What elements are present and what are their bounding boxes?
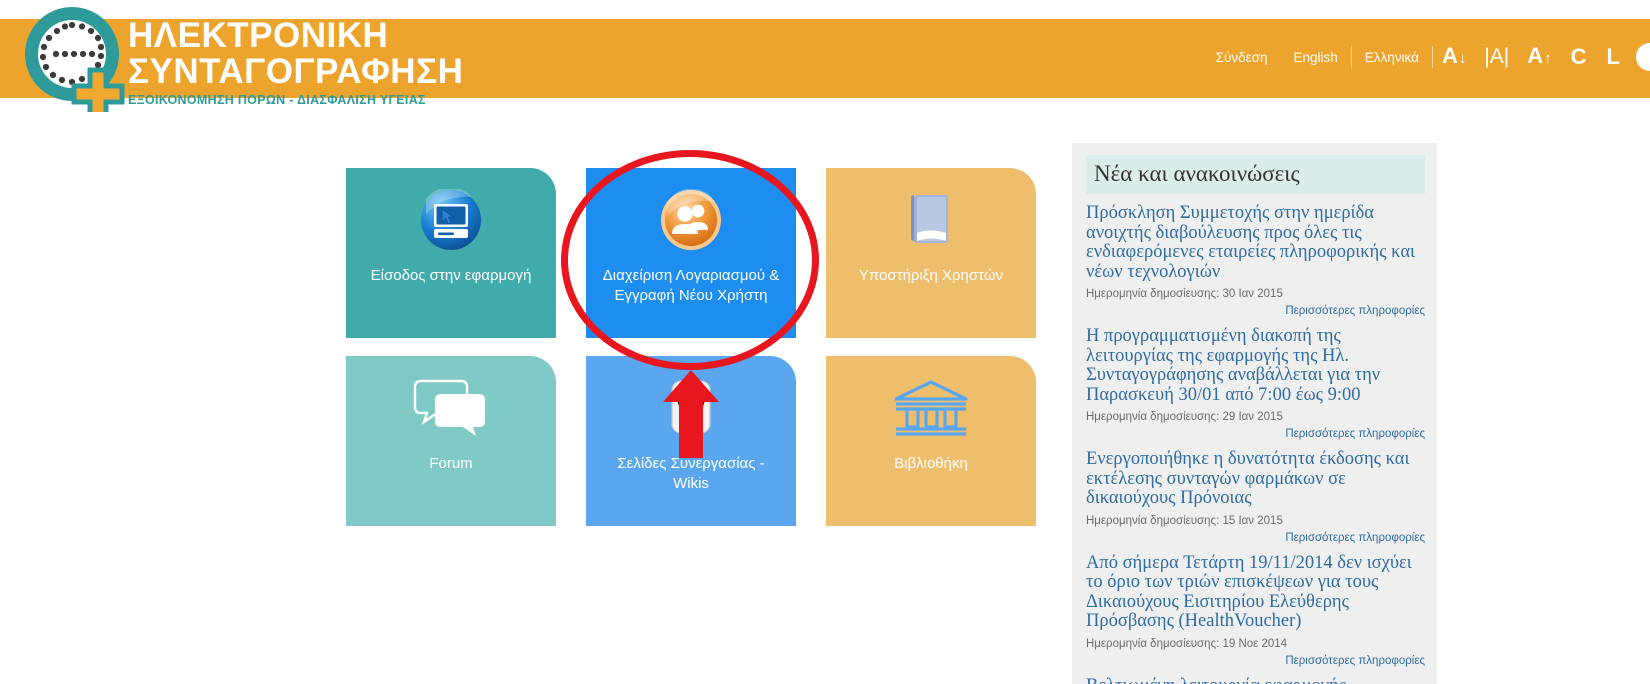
- logo-wordmark: ΗΛΕΚΤΡΟΝΙΚΗ ΣΥΝΤΑΓΟΓΡΑΦΗΣΗ ΕΞΟΙΚΟΝΟΜΗΣΗ …: [128, 16, 464, 108]
- font-increase-label: A: [1527, 42, 1544, 68]
- font-decrease-label: A: [1441, 42, 1458, 68]
- news-date: Ημερομηνία δημοσίευσης: 29 Ιαν 2015: [1086, 411, 1283, 423]
- tile-forum[interactable]: Forum: [346, 356, 556, 526]
- tile-account-management[interactable]: Διαχείριση Λογαριασμού & Εγγραφή Νέου Χρ…: [586, 168, 796, 338]
- news-title[interactable]: Από σήμερα Τετάρτη 19/11/2014 δεν ισχύει…: [1086, 553, 1425, 632]
- speech-bubbles-icon: [413, 362, 489, 454]
- font-decrease-button[interactable]: A ↓: [1433, 43, 1475, 72]
- classical-building-icon: [890, 362, 972, 454]
- news-item: Η προγραμματισμένη διακοπή της λειτουργί…: [1086, 326, 1425, 443]
- arrow-down-icon: ↓: [1458, 49, 1467, 67]
- font-increase-button[interactable]: A ↑: [1518, 43, 1560, 72]
- news-title[interactable]: Πρόσκληση Συμμετοχής στην ημερίδα ανοιχτ…: [1086, 203, 1425, 282]
- news-item: Βελτιωμένη λειτουργία εφαρμογής: [1086, 676, 1425, 684]
- nav-greek[interactable]: Ελληνικά: [1352, 50, 1432, 65]
- tile-library[interactable]: Βιβλιοθήκη: [826, 356, 1036, 526]
- news-more-link[interactable]: Περισσότερες πληροφορίες: [1086, 530, 1425, 547]
- logo-line-1: ΗΛΕΚΤΡΟΝΙΚΗ: [128, 16, 389, 55]
- e-prescription-logo-icon: [20, 4, 128, 121]
- top-navigation: Σύνδεση English Ελληνικά A ↓ |A| A ↑ C L: [1203, 42, 1650, 72]
- wiki-w-icon: W: [662, 362, 720, 454]
- tile-row-1: Είσοδος στην εφαρμογή Διαχείριση Λογαρια…: [346, 168, 1046, 338]
- news-more-link[interactable]: Περισσότερες πληροφορίες: [1086, 303, 1425, 320]
- font-normal-button[interactable]: |A|: [1475, 44, 1518, 70]
- news-title[interactable]: Βελτιωμένη λειτουργία εφαρμογής: [1086, 676, 1425, 684]
- layout-button[interactable]: L: [1597, 44, 1630, 70]
- contrast-circle-icon[interactable]: [1636, 43, 1650, 71]
- news-more-link[interactable]: Περισσότερες πληροφορίες: [1086, 426, 1425, 443]
- book-icon: [902, 174, 960, 266]
- news-panel-title: Νέα και ανακοινώσεις: [1086, 155, 1425, 194]
- logo-line-2: ΣΥΝΤΑΓΟΓΡΑΦΗΣΗ: [128, 52, 464, 91]
- tile-library-label: Βιβλιοθήκη: [894, 455, 968, 472]
- contrast-button[interactable]: C: [1561, 44, 1597, 70]
- site-logo[interactable]: ΗΛΕΚΤΡΟΝΙΚΗ ΣΥΝΤΑΓΟΓΡΑΦΗΣΗ ΕΞΟΙΚΟΝΟΜΗΣΗ …: [16, 0, 464, 121]
- svg-text:W: W: [674, 390, 708, 427]
- tile-login-app-label: Είσοδος στην εφαρμογή: [370, 267, 532, 284]
- page-root: ΗΛΕΚΤΡΟΝΙΚΗ ΣΥΝΤΑΓΟΓΡΑΦΗΣΗ ΕΞΟΙΚΟΝΟΜΗΣΗ …: [0, 0, 1650, 684]
- news-item: Ενεργοποιήθηκε η δυνατότητα έκδοσης και …: [1086, 449, 1425, 547]
- news-panel: Νέα και ανακοινώσεις Πρόσκληση Συμμετοχή…: [1072, 143, 1437, 684]
- tile-row-2: Forum W Σελίδες Συνεργασίας - Wikis Βιβλ…: [346, 356, 1046, 526]
- news-title[interactable]: Η προγραμματισμένη διακοπή της λειτουργί…: [1086, 326, 1425, 405]
- tile-user-support-label: Υποστήριξη Χρηστών: [858, 267, 1004, 284]
- tile-forum-label: Forum: [429, 455, 473, 472]
- nav-login[interactable]: Σύνδεση: [1203, 50, 1281, 65]
- tile-user-support[interactable]: Υποστήριξη Χρηστών: [826, 168, 1036, 338]
- tile-wikis-label: Σελίδες Συνεργασίας - Wikis: [617, 455, 765, 492]
- users-group-icon: [660, 174, 722, 266]
- news-date: Ημερομηνία δημοσίευσης: 19 Νοε 2014: [1086, 637, 1288, 650]
- arrow-up-icon: ↑: [1544, 49, 1552, 67]
- news-date: Ημερομηνία δημοσίευσης: 15 Ιαν 2015: [1086, 514, 1283, 527]
- news-more-link[interactable]: Περισσότερες πληροφορίες: [1086, 653, 1425, 670]
- news-item: Από σήμερα Τετάρτη 19/11/2014 δεν ισχύει…: [1086, 553, 1425, 670]
- computer-monitor-icon: [420, 174, 482, 266]
- nav-english[interactable]: English: [1281, 50, 1351, 65]
- news-title[interactable]: Ενεργοποιήθηκε η δυνατότητα έκδοσης και …: [1086, 449, 1425, 509]
- tile-grid: Είσοδος στην εφαρμογή Διαχείριση Λογαρια…: [346, 168, 1046, 544]
- tile-wikis[interactable]: W Σελίδες Συνεργασίας - Wikis: [586, 356, 796, 526]
- news-date: Ημερομηνία δημοσίευσης: 30 Ιαν 2015: [1086, 288, 1283, 300]
- tile-account-management-label: Διαχείριση Λογαριασμού & Εγγραφή Νέου Χρ…: [602, 267, 780, 304]
- news-item: Πρόσκληση Συμμετοχής στην ημερίδα ανοιχτ…: [1086, 203, 1425, 320]
- logo-tagline: ΕΞΟΙΚΟΝΟΜΗΣΗ ΠΟΡΩΝ - ΔΙΑΣΦΑΛΙΣΗ ΥΓΕΙΑΣ: [128, 93, 426, 107]
- tile-login-app[interactable]: Είσοδος στην εφαρμογή: [346, 168, 556, 338]
